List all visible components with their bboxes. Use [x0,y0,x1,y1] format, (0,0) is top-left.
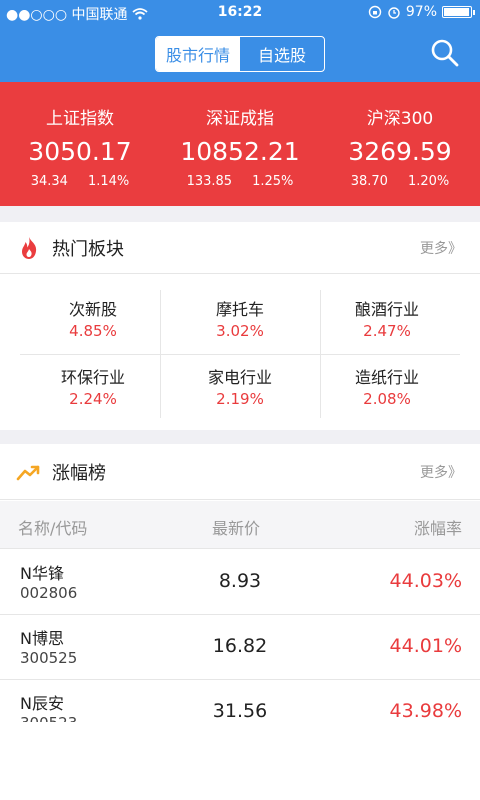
section-divider [0,430,480,444]
index-value: 10852.21 [180,137,300,166]
sector-name: 次新股 [68,300,117,319]
sector-cell[interactable]: 酿酒行业 2.47% [314,290,460,354]
stock-percent: 44.03% [389,570,462,592]
trend-up-icon [16,465,40,480]
stock-price: 31.56 [212,700,268,722]
index-value: 3050.17 [28,137,132,166]
index-shanghai[interactable]: 上证指数 3050.17 34.34 1.14% [0,82,160,206]
index-percent: 1.20% [407,174,450,189]
column-change-rate[interactable]: 涨幅率 [414,515,462,539]
tab-watchlist[interactable]: 自选股 [240,37,324,71]
index-csi300[interactable]: 沪深300 3269.59 38.70 1.20% [320,82,480,206]
sector-name: 环保行业 [60,368,125,387]
sector-name: 家电行业 [207,368,272,387]
index-panel: 上证指数 3050.17 34.34 1.14% 深证成指 10852.21 1… [0,82,480,206]
section-divider [0,206,480,222]
table-row[interactable]: N华锋 002806 8.93 44.03% [0,550,480,615]
index-percent: 1.14% [87,174,130,189]
stock-percent: 43.98% [389,700,462,722]
rotation-lock-icon [368,5,382,19]
battery-percent: 97% [405,4,437,20]
sector-percent: 2.47% [363,322,411,340]
sector-cell[interactable]: 家电行业 2.19% [167,358,313,422]
hot-sectors-grid: 次新股 4.85% 摩托车 3.02% 酿酒行业 2.47% 环保行业 2.24… [20,290,460,418]
segment-control: 股市行情 自选股 [155,36,325,72]
section-title: 热门板块 [52,238,124,260]
sector-percent: 2.24% [69,390,117,408]
table-row[interactable]: N辰安 300523 31.56 43.98% [0,680,480,722]
index-change: 34.34 [30,174,68,189]
sector-cell[interactable]: 造纸行业 2.08% [314,358,460,422]
sector-name: 酿酒行业 [354,300,419,319]
stock-code: 300525 [20,649,78,667]
table-row[interactable]: N博思 300525 16.82 44.01% [0,615,480,680]
column-name-code[interactable]: 名称/代码 [18,515,87,539]
tab-market[interactable]: 股市行情 [156,37,240,71]
sector-percent: 4.85% [69,322,117,340]
stock-price: 8.93 [218,570,262,592]
stock-price: 16.82 [212,635,268,657]
grid-divider [20,354,460,355]
more-link[interactable]: 更多》 [420,462,462,482]
index-value: 3269.59 [348,137,452,166]
index-name: 沪深300 [366,109,434,129]
sector-cell[interactable]: 环保行业 2.24% [20,358,166,422]
stock-name: N辰安 [20,694,64,713]
index-name: 上证指数 [46,109,114,129]
section-title: 涨幅榜 [52,462,106,484]
index-change: 38.70 [350,174,388,189]
nav-bar: 股市行情 自选股 [0,26,480,82]
hot-sectors-header: 热门板块 更多》 [0,222,480,274]
column-price[interactable]: 最新价 [212,515,260,539]
table-header: 名称/代码 最新价 涨幅率 [0,501,480,549]
gainers-header: 涨幅榜 更多》 [0,444,480,500]
stock-code: 300523 [20,714,77,722]
stock-code: 002806 [20,584,78,602]
search-icon[interactable] [430,38,460,68]
battery-icon [442,6,475,18]
sector-name: 摩托车 [215,300,264,319]
index-percent: 1.25% [252,174,294,189]
stock-name: N博思 [20,629,64,648]
sector-cell[interactable]: 次新股 4.85% [20,290,166,354]
sector-percent: 2.08% [363,390,411,408]
sector-name: 造纸行业 [354,368,419,387]
sector-cell[interactable]: 摩托车 3.02% [167,290,313,354]
status-bar: ●●○○○ 中国联通 16:22 97% [0,0,480,26]
sector-percent: 2.19% [216,390,264,408]
index-change: 133.85 [186,174,233,189]
alarm-icon [388,7,400,19]
sector-percent: 3.02% [216,322,264,340]
index-name: 深证成指 [206,109,274,129]
flame-icon [22,236,37,259]
stock-percent: 44.01% [389,635,462,657]
more-link[interactable]: 更多》 [420,238,462,258]
stock-name: N华锋 [20,564,64,583]
index-shenzhen[interactable]: 深证成指 10852.21 133.85 1.25% [160,82,320,206]
